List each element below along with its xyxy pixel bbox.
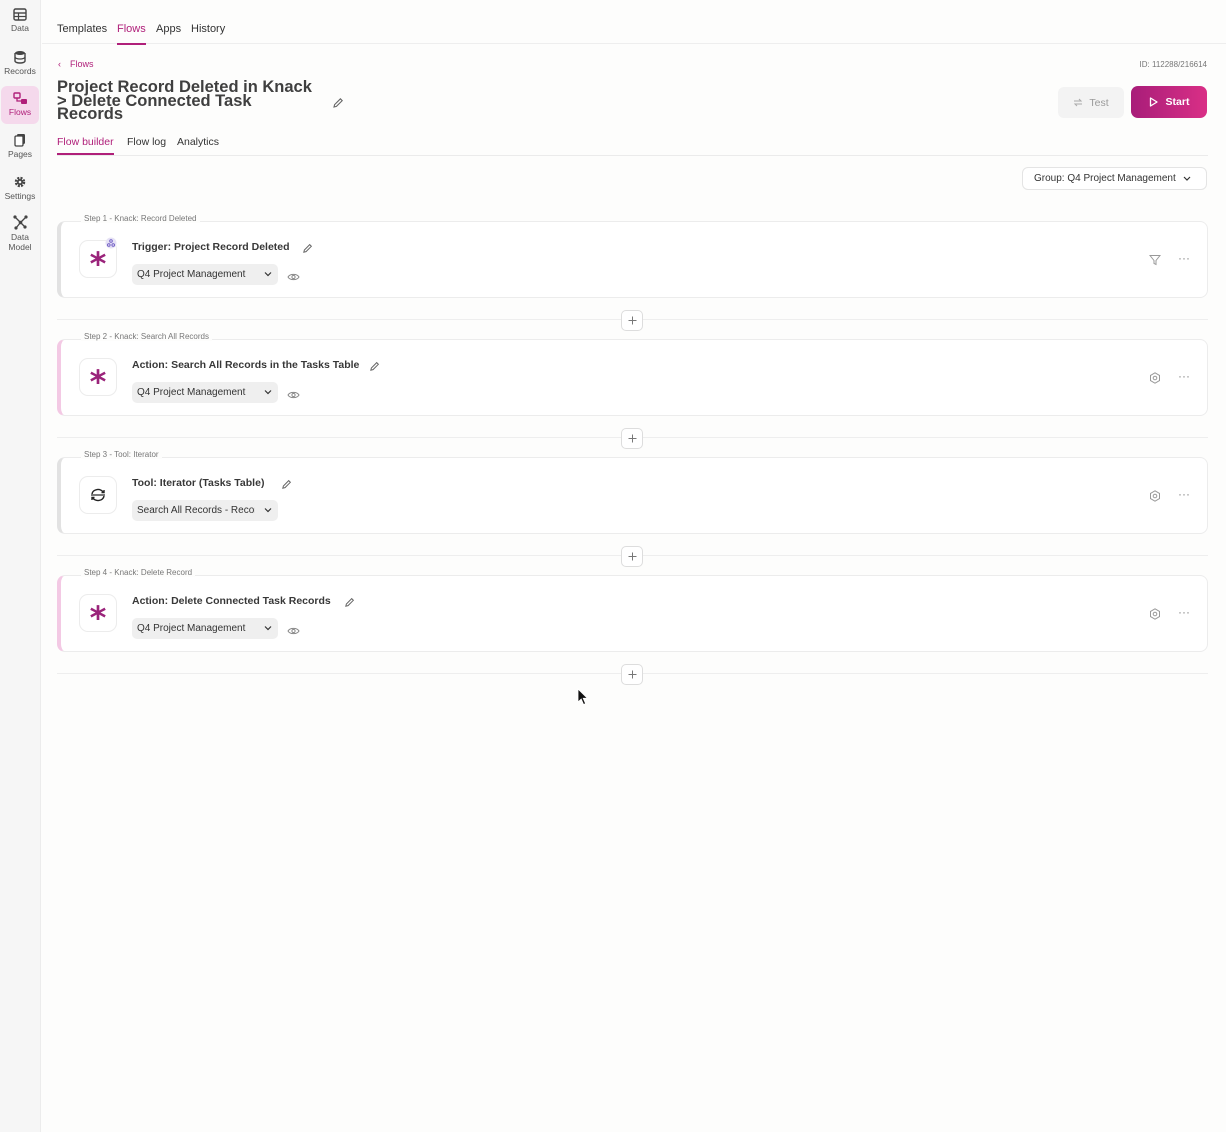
gear-icon[interactable] (1149, 489, 1161, 507)
sidebar-item-label: Data (11, 23, 29, 33)
iterator-source-select-value: Search All Records - Records (137, 505, 255, 516)
mouse-cursor-icon (577, 688, 589, 706)
sidebar-item-data-model[interactable]: Data Model (1, 215, 39, 257)
group-select-value: Group: Q4 Project Management (1034, 173, 1176, 184)
step-label: Step 1 - Knack: Record Deleted (81, 214, 200, 223)
pages-icon (14, 134, 25, 147)
edit-step-icon[interactable] (302, 241, 313, 259)
connection-select[interactable]: Q4 Project Management (132, 382, 278, 403)
gear-icon[interactable] (1149, 607, 1161, 625)
knack-icon: * (79, 594, 117, 634)
add-step-button[interactable] (621, 546, 643, 567)
start-button[interactable]: Start (1131, 86, 1207, 118)
step-title: Tool: Iterator (Tasks Table) (132, 477, 265, 489)
tab-history[interactable]: History (191, 23, 225, 35)
sidebar-item-pages[interactable]: Pages (1, 133, 39, 165)
connection-select-value: Q4 Project Management (137, 387, 246, 398)
gear-icon (14, 176, 26, 188)
breadcrumb[interactable]: ‹ Flows (58, 59, 94, 69)
connection-select-value: Q4 Project Management (137, 269, 246, 280)
edit-title-icon[interactable] (332, 96, 344, 114)
webhook-badge-icon (105, 236, 117, 254)
iterator-source-select[interactable]: Search All Records - Records (132, 500, 278, 521)
connection-select[interactable]: Q4 Project Management (132, 618, 278, 639)
step-title: Trigger: Project Record Deleted (132, 241, 290, 253)
chevron-down-icon (264, 626, 272, 631)
plus-icon (628, 552, 636, 561)
sidebar-item-label: Data Model (8, 232, 32, 252)
more-icon[interactable]: ··· (1178, 370, 1190, 382)
test-button[interactable]: Test (1058, 87, 1124, 118)
chevron-down-icon (1183, 176, 1191, 181)
add-step-button[interactable] (621, 310, 643, 331)
start-button-label: Start (1165, 96, 1190, 108)
chevron-left-icon: ‹ (58, 59, 61, 69)
add-step-button[interactable] (621, 664, 643, 685)
step-title: Action: Search All Records in the Tasks … (132, 359, 360, 371)
gear-icon[interactable] (1149, 371, 1161, 389)
flows-icon (12, 92, 27, 104)
database-icon (14, 51, 26, 64)
connection-select-value: Q4 Project Management (137, 623, 246, 634)
step-card-2[interactable]: Step 2 - Knack: Search All Records * Act… (57, 332, 1208, 416)
sidebar-item-flows[interactable]: Flows (1, 86, 39, 124)
sidebar-item-label: Records (4, 66, 36, 76)
more-icon[interactable]: ··· (1178, 252, 1190, 264)
sidebar-item-label: Flows (8, 107, 32, 117)
edit-step-icon[interactable] (369, 359, 380, 377)
filter-icon[interactable] (1148, 253, 1162, 271)
swap-icon (1074, 98, 1083, 107)
step-label: Step 2 - Knack: Search All Records (81, 332, 212, 341)
add-step-button[interactable] (621, 428, 643, 449)
chevron-down-icon (264, 272, 272, 277)
flow-id: ID: 112288/216614 (1139, 60, 1207, 69)
sidebar-item-label: Settings (4, 191, 36, 201)
tab-flows[interactable]: Flows (117, 23, 146, 45)
tab-flow-log[interactable]: Flow log (127, 136, 166, 148)
knack-icon: * (79, 358, 117, 398)
test-button-label: Test (1089, 96, 1109, 109)
tab-analytics[interactable]: Analytics (177, 136, 219, 148)
breadcrumb-flows-link[interactable]: Flows (70, 59, 94, 69)
group-select[interactable]: Group: Q4 Project Management (1022, 167, 1207, 190)
step-label: Step 3 - Tool: Iterator (81, 450, 162, 459)
eye-icon[interactable] (287, 623, 300, 641)
edit-step-icon[interactable] (344, 595, 355, 613)
tab-apps[interactable]: Apps (156, 23, 181, 35)
step-title: Action: Delete Connected Task Records (132, 595, 331, 607)
iterator-icon (79, 476, 117, 514)
eye-icon[interactable] (287, 269, 300, 287)
step-card-3[interactable]: Step 3 - Tool: Iterator Tool: Iterator (… (57, 450, 1208, 534)
flow-subtabs: Flow builder Flow log Analytics (57, 130, 1208, 156)
plus-icon (628, 434, 636, 443)
chevron-down-icon (264, 508, 272, 513)
tab-templates[interactable]: Templates (57, 23, 107, 35)
top-navigation: Templates Flows Apps History (42, 0, 1226, 45)
sidebar-item-records[interactable]: Records (1, 50, 39, 82)
chevron-down-icon (264, 390, 272, 395)
connection-select[interactable]: Q4 Project Management (132, 264, 278, 285)
sidebar-item-label: Pages (7, 149, 33, 159)
page-title: Project Record Deleted in Knack > Delete… (57, 78, 312, 123)
table-icon (13, 8, 27, 21)
data-model-icon (12, 215, 28, 230)
more-icon[interactable]: ··· (1178, 488, 1190, 500)
plus-icon (628, 670, 636, 679)
left-sidebar: Data Records Flows Pages Settings Data M… (0, 0, 41, 1132)
step-card-4[interactable]: Step 4 - Knack: Delete Record * Action: … (57, 568, 1208, 652)
edit-step-icon[interactable] (281, 477, 292, 495)
play-icon (1149, 97, 1158, 107)
tab-flow-builder[interactable]: Flow builder (57, 136, 114, 155)
sidebar-item-data[interactable]: Data (1, 8, 39, 40)
plus-icon (628, 316, 636, 325)
step-label: Step 4 - Knack: Delete Record (81, 568, 196, 577)
step-card-1[interactable]: Step 1 - Knack: Record Deleted * Trigger… (57, 214, 1208, 298)
more-icon[interactable]: ··· (1178, 606, 1190, 618)
sidebar-item-settings[interactable]: Settings (1, 175, 39, 207)
eye-icon[interactable] (287, 387, 300, 405)
